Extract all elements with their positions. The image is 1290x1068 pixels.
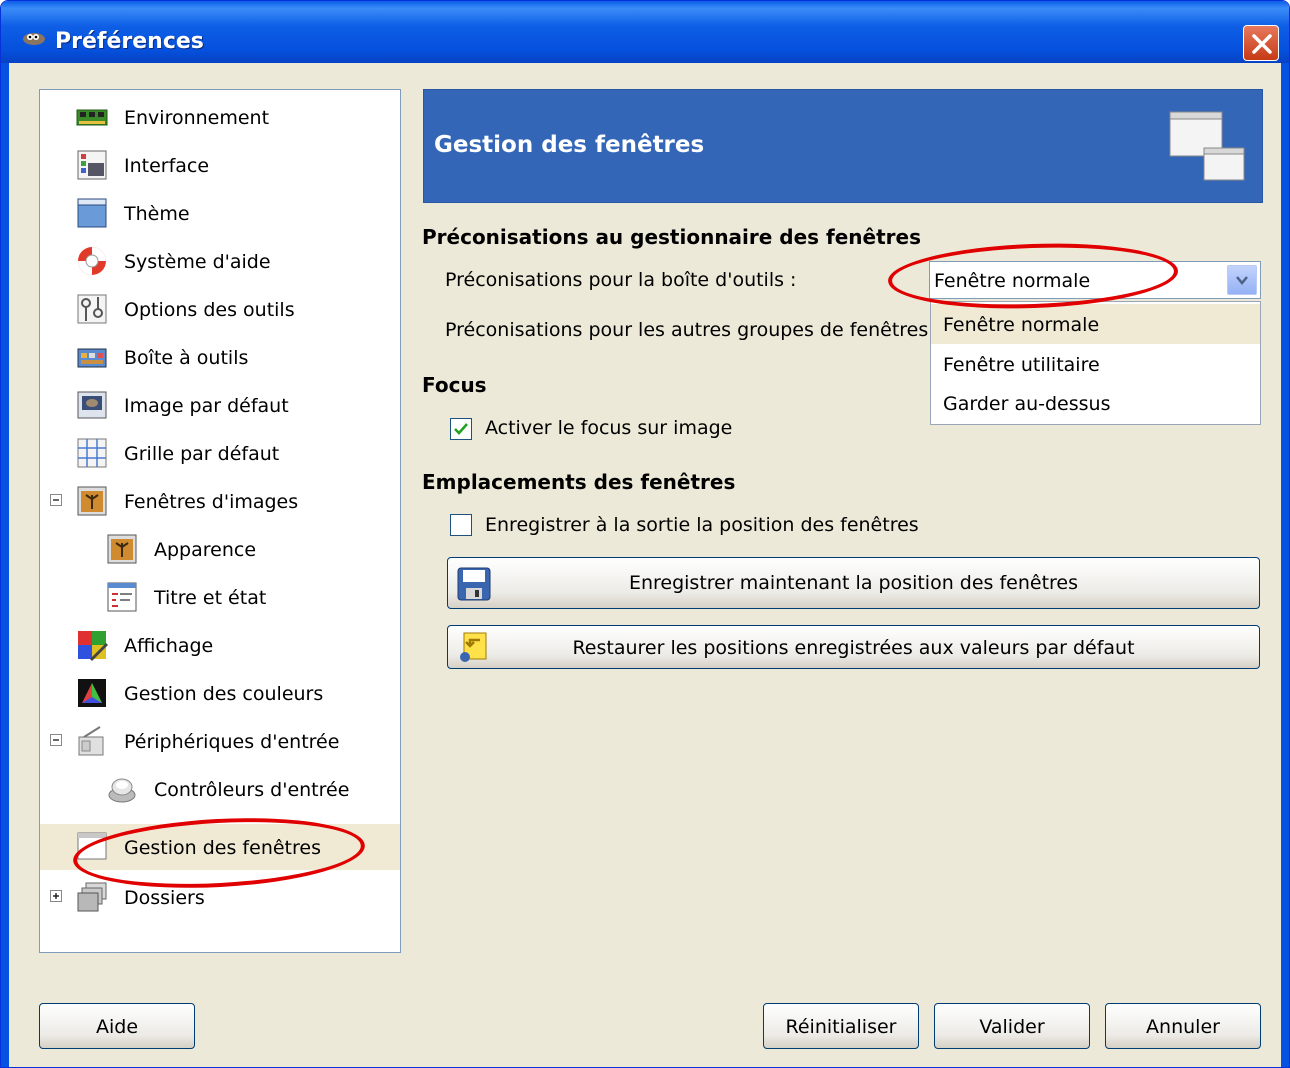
preferences-window: Préférences Environnement Interface Thèm… [0, 0, 1290, 1068]
image-window-icon [77, 486, 107, 516]
tree-item-label: Apparence [154, 539, 257, 561]
tree-item-label: Image par défaut [124, 395, 289, 417]
window-frame-right [1281, 63, 1289, 1067]
save-positions-label: Enregistrer maintenant la position des f… [628, 572, 1079, 594]
tree-item-interface[interactable]: Interface [40, 142, 400, 188]
toolbox-hint-label: Préconisations pour la boîte d'outils : [445, 269, 797, 291]
tree-item-label: Grille par défaut [124, 443, 280, 465]
toolbox-icon [77, 348, 107, 368]
tree-item-label: Boîte à outils [124, 347, 249, 369]
dropdown-option-label: Fenêtre utilitaire [943, 354, 1100, 376]
close-icon [1252, 34, 1272, 54]
reset-button-label: Réinitialiser [785, 1016, 897, 1038]
tree-item-couleurs[interactable]: Gestion des couleurs [40, 670, 400, 716]
input-devices-icon [78, 726, 104, 756]
gimp-app-icon [23, 33, 45, 45]
tree-item-apparence[interactable]: Apparence [40, 526, 400, 572]
dropdown-option[interactable]: Garder au-dessus [931, 383, 1260, 423]
positions-section-title: Emplacements des fenêtres [422, 470, 736, 494]
theme-icon [77, 198, 107, 228]
page-title: Gestion des fenêtres [434, 132, 705, 158]
tree-item-label: Fenêtres d'images [124, 491, 299, 513]
page-header: Gestion des fenêtres [423, 89, 1263, 203]
dropdown-option-label: Fenêtre normale [943, 314, 1100, 336]
tree-item-controleurs[interactable]: Contrôleurs d'entrée [40, 766, 400, 812]
color-management-icon [78, 679, 106, 707]
cancel-button[interactable]: Annuler [1105, 1003, 1261, 1049]
grid-icon [77, 438, 107, 468]
tree-item-label: Interface [124, 155, 210, 177]
tree-item-label: Thème [124, 203, 190, 225]
tree-item-titre-etat[interactable]: Titre et état [40, 574, 400, 620]
plus-icon [53, 893, 59, 899]
focus-section-title: Focus [422, 373, 487, 397]
help-button-label: Aide [95, 1016, 139, 1038]
tree-item-label: Périphériques d'entrée [124, 731, 340, 753]
tree-item-label: Options des outils [124, 299, 295, 321]
tree-item-environnement[interactable]: Environnement [40, 94, 400, 140]
hint-dropdown-list[interactable]: Fenêtre normale Fenêtre utilitaire Garde… [930, 301, 1261, 425]
close-button[interactable] [1243, 25, 1279, 61]
tree-item-label: Contrôleurs d'entrée [154, 779, 350, 801]
tree-item-label: Environnement [124, 107, 270, 129]
chevron-down-icon [1236, 276, 1248, 285]
tree-item-image-defaut[interactable]: Image par défaut [40, 382, 400, 428]
focus-checkbox-label[interactable]: Activer le focus sur image [485, 417, 732, 439]
tree-item-peripheriques[interactable]: Périphériques d'entrée [40, 718, 400, 764]
tool-options-icon [77, 294, 107, 324]
default-image-icon [77, 391, 107, 419]
dock-hint-label: Préconisations pour les autres groupes d… [445, 319, 941, 341]
tree-item-label: Dossiers [124, 887, 205, 909]
dropdown-option-label: Garder au-dessus [943, 393, 1111, 415]
display-icon [78, 631, 108, 661]
window-management-icon [1169, 111, 1245, 181]
interface-icon [77, 150, 107, 180]
ok-button-label: Valider [979, 1016, 1045, 1038]
help-button[interactable]: Aide [39, 1003, 195, 1049]
appearance-icon [107, 534, 137, 564]
tree-item-label: Affichage [124, 635, 214, 657]
tree-item-label: Gestion des couleurs [124, 683, 324, 705]
minus-icon [53, 499, 59, 501]
tree-item-theme[interactable]: Thème [40, 190, 400, 236]
tree-item-boite-outils[interactable]: Boîte à outils [40, 334, 400, 380]
dropdown-button[interactable] [1227, 265, 1257, 295]
reset-positions-label: Restaurer les positions enregistrées aux… [572, 637, 1135, 659]
cancel-button-label: Annuler [1146, 1016, 1220, 1038]
window-frame-left [1, 63, 9, 1067]
tree-item-aide[interactable]: Système d'aide [40, 238, 400, 284]
tree-item-options-outils[interactable]: Options des outils [40, 286, 400, 332]
collapse-toggle[interactable] [50, 734, 62, 746]
collapse-toggle[interactable] [50, 494, 62, 506]
minus-icon [53, 739, 59, 741]
tree-item-grille-defaut[interactable]: Grille par défaut [40, 430, 400, 476]
hints-section-title: Préconisations au gestionnaire des fenêt… [422, 225, 922, 249]
dropdown-option[interactable]: Fenêtre normale [931, 304, 1260, 344]
expand-toggle[interactable] [50, 890, 62, 902]
window-title: Préférences [55, 29, 204, 54]
title-status-icon [107, 582, 137, 612]
focus-checkbox[interactable] [450, 418, 472, 440]
save-on-exit-checkbox[interactable] [450, 514, 472, 536]
dropdown-option[interactable]: Fenêtre utilitaire [931, 344, 1260, 384]
lifebuoy-icon [78, 247, 106, 275]
memory-icon [76, 109, 108, 126]
reset-button[interactable]: Réinitialiser [763, 1003, 919, 1049]
title-bar[interactable]: Préférences [1, 1, 1289, 63]
ok-button[interactable]: Valider [934, 1003, 1090, 1049]
tree-item-fenetres-images[interactable]: Fenêtres d'images [40, 478, 400, 524]
controllers-icon [108, 778, 136, 803]
checkmark-icon [454, 423, 468, 435]
tree-item-affichage[interactable]: Affichage [40, 622, 400, 668]
reset-positions-button[interactable]: Restaurer les positions enregistrées aux… [447, 625, 1260, 669]
tree-item-label: Titre et état [154, 587, 267, 609]
folders-icon [77, 882, 107, 912]
save-on-exit-label[interactable]: Enregistrer à la sortie la position des … [485, 514, 919, 536]
save-positions-button[interactable]: Enregistrer maintenant la position des f… [447, 557, 1260, 609]
tree-item-label: Système d'aide [124, 251, 271, 273]
